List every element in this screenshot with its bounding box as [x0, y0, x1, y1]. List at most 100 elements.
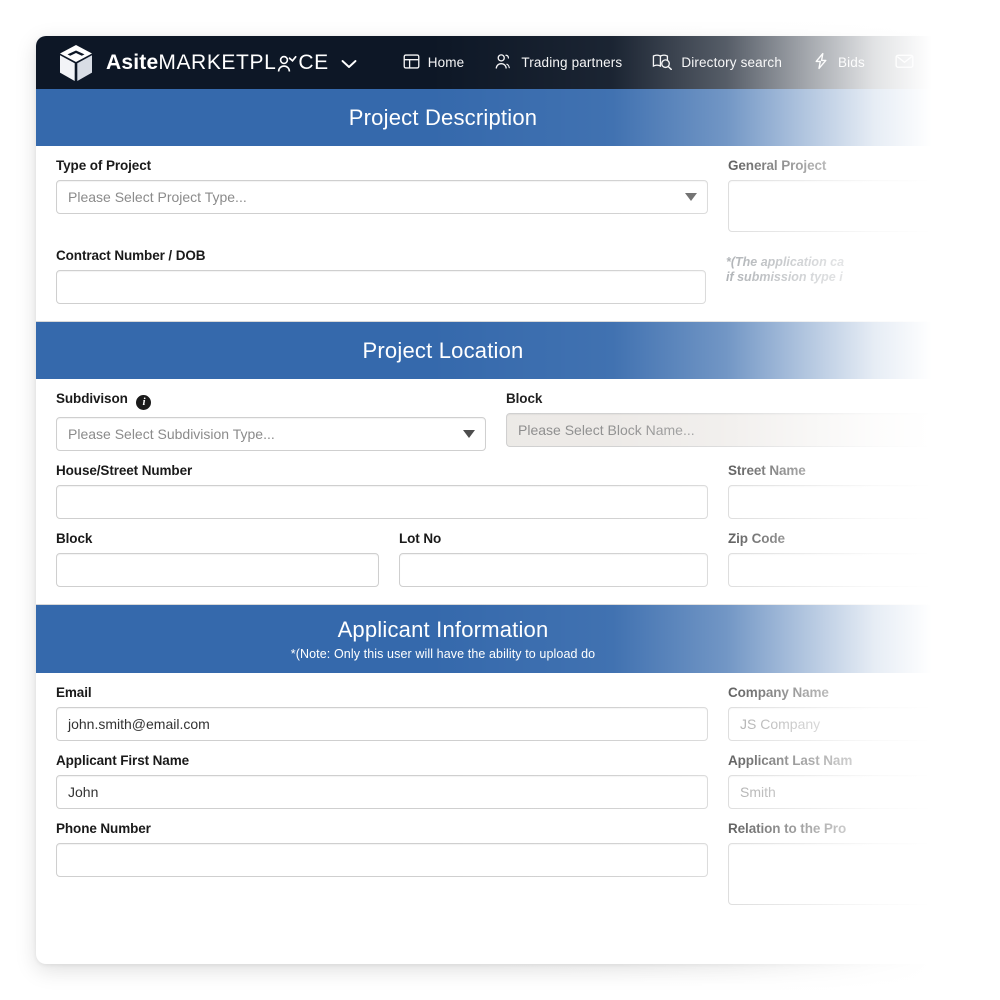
input-value: john.smith@email.com — [68, 716, 210, 732]
relation-to-project-textarea[interactable] — [728, 843, 968, 905]
note-line-1: *(The application ca — [726, 255, 845, 269]
type-of-project-select[interactable]: Please Select Project Type... — [56, 180, 708, 214]
section-header-applicant-information: Applicant Information *(Note: Only this … — [36, 605, 1000, 673]
navbar-links: Home Trading partners Directory search B… — [403, 52, 922, 73]
field-label: Applicant Last Nam — [728, 753, 853, 768]
house-street-number-input[interactable] — [56, 485, 708, 519]
select-placeholder: Please Select Subdivision Type... — [68, 426, 275, 442]
note-line-2: if submission type i — [726, 270, 843, 285]
nav-item-mail[interactable] — [895, 53, 922, 72]
field-label: General Project — [728, 158, 827, 173]
field-general-project: General Project — [718, 158, 978, 232]
first-name-input[interactable]: John — [56, 775, 708, 809]
select-placeholder: Please Select Project Type... — [68, 189, 247, 205]
field-first-name: Applicant First Name John — [46, 753, 718, 809]
nav-item-bids-label: Bids — [838, 55, 865, 70]
section-header-project-location: Project Location — [36, 322, 1000, 379]
nav-item-trading-partners[interactable]: Trading partners — [494, 53, 622, 73]
field-label: Email — [56, 685, 92, 700]
nav-item-directory-search[interactable]: Directory search — [652, 53, 782, 73]
field-relation-to-project: Relation to the Pro — [718, 821, 978, 905]
field-label: Block — [56, 531, 93, 546]
row-type-of-project: Type of Project Please Select Project Ty… — [36, 158, 1000, 232]
field-last-name: Applicant Last Nam Smith — [718, 753, 978, 809]
field-block: Block — [46, 531, 389, 587]
chevron-down-icon — [463, 430, 475, 438]
input-value: John — [68, 784, 99, 800]
field-subdivision: Subdivison i Please Select Subdivision T… — [46, 391, 496, 451]
block-name-select[interactable]: Please Select Block Name... — [506, 413, 968, 447]
top-navbar: Asite MARKETPL CE Home Trading partners … — [36, 36, 1000, 89]
project-description-fields: Type of Project Please Select Project Ty… — [36, 146, 1000, 321]
brand-logo-group[interactable]: Asite MARKETPL CE — [58, 44, 357, 82]
field-company-name: Company Name JS Company — [718, 685, 978, 741]
row-house-street: House/Street Number Street Name — [36, 463, 1000, 519]
section-title: Project Description — [348, 104, 538, 130]
row-subdivision-block: Subdivison i Please Select Subdivision T… — [36, 391, 1000, 451]
field-label: Lot No — [399, 531, 442, 546]
brand-text: Asite MARKETPL CE — [106, 51, 357, 75]
company-name-input[interactable]: JS Company — [728, 707, 968, 741]
people-icon — [276, 55, 298, 73]
applicant-information-fields: Email john.smith@email.com Company Name … — [36, 673, 1000, 922]
screenshot-root: Asite MARKETPL CE Home Trading partners … — [0, 0, 1000, 1000]
input-placeholder: Smith — [740, 784, 776, 800]
field-street-name: Street Name — [718, 463, 978, 519]
asite-cube-logo-icon — [58, 44, 94, 82]
form-card: Asite MARKETPL CE Home Trading partners … — [36, 36, 1000, 964]
directory-search-icon — [652, 53, 673, 73]
dashboard-icon — [403, 53, 420, 73]
lot-no-input[interactable] — [399, 553, 708, 587]
field-label: House/Street Number — [56, 463, 193, 478]
block-input[interactable] — [56, 553, 379, 587]
field-label: Street Name — [728, 463, 806, 478]
info-icon[interactable]: i — [136, 395, 152, 410]
brand-strong: Asite — [106, 50, 159, 74]
street-name-input[interactable] — [728, 485, 968, 519]
people-icon — [494, 53, 513, 73]
row-email-company: Email john.smith@email.com Company Name … — [36, 685, 1000, 741]
field-block-select: Block Please Select Block Name... — [496, 391, 978, 447]
field-label: Zip Code — [728, 531, 785, 546]
nav-item-trading-partners-label: Trading partners — [521, 55, 623, 70]
nav-item-home-label: Home — [427, 55, 465, 70]
field-label: Relation to the Pro — [728, 821, 847, 836]
chevron-down-icon[interactable] — [341, 51, 357, 75]
zip-code-input[interactable] — [728, 553, 968, 587]
section-note: *(Note: Only this user will have the abi… — [290, 647, 596, 662]
field-label-text: Subdivison — [56, 391, 128, 406]
subdivision-select[interactable]: Please Select Subdivision Type... — [56, 417, 486, 451]
nav-item-bids[interactable]: Bids — [812, 52, 865, 73]
section-header-project-description: Project Description — [36, 89, 1000, 146]
row-block-lot-zip: Block Lot No Zip Code — [36, 531, 1000, 587]
field-phone-number: Phone Number — [46, 821, 718, 877]
lightning-icon — [812, 52, 830, 73]
field-zip-code: Zip Code — [718, 531, 978, 587]
field-label: Subdivison i — [56, 391, 486, 410]
general-project-textarea[interactable] — [728, 180, 968, 232]
brand-light-1: MARKETPL — [158, 50, 277, 74]
email-input[interactable]: john.smith@email.com — [56, 707, 708, 741]
input-placeholder: JS Company — [740, 716, 821, 732]
field-lot-no: Lot No — [389, 531, 718, 587]
contract-number-input[interactable] — [56, 270, 706, 304]
mail-icon — [895, 53, 914, 72]
chevron-down-icon — [685, 193, 697, 201]
field-house-street-number: House/Street Number — [46, 463, 718, 519]
row-contract-number: Contract Number / DOB *(The application … — [36, 248, 1000, 304]
nav-item-home[interactable]: Home — [403, 53, 465, 73]
field-label: Type of Project — [56, 158, 152, 173]
field-label: Block — [506, 391, 543, 406]
row-first-last-name: Applicant First Name John Applicant Last… — [36, 753, 1000, 809]
row-phone-relation: Phone Number Relation to the Pro — [36, 821, 1000, 905]
field-label: Applicant First Name — [56, 753, 190, 768]
field-label: Contract Number / DOB — [56, 248, 206, 263]
field-email: Email john.smith@email.com — [46, 685, 718, 741]
project-location-fields: Subdivison i Please Select Subdivision T… — [36, 379, 1000, 604]
field-type-of-project: Type of Project Please Select Project Ty… — [46, 158, 718, 214]
last-name-input[interactable]: Smith — [728, 775, 968, 809]
field-contract-number: Contract Number / DOB — [46, 248, 716, 304]
field-label: Company Name — [728, 685, 829, 700]
phone-number-input[interactable] — [56, 843, 708, 877]
contract-number-note: *(The application ca if submission type … — [716, 248, 978, 286]
